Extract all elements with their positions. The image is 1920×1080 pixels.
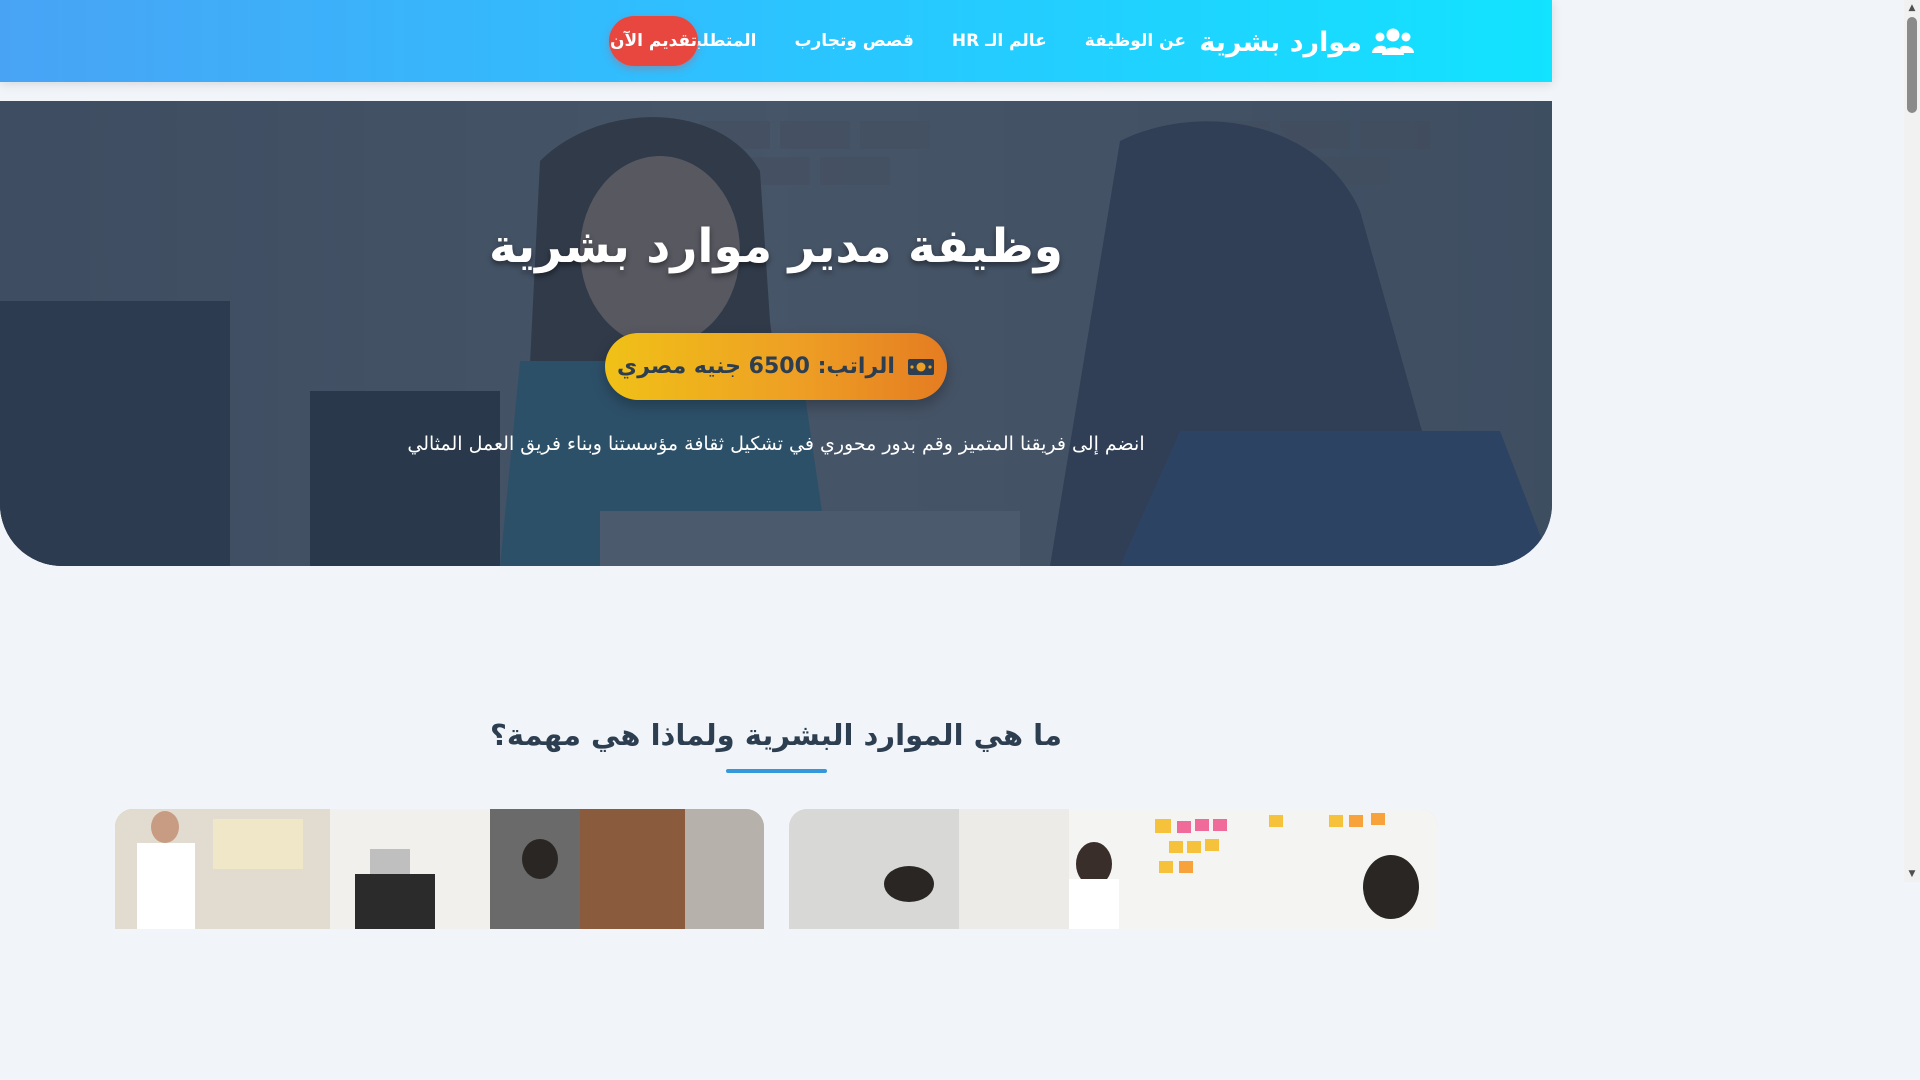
sticky-notes-photo (789, 809, 1438, 929)
salary-text: الراتب: 6500 جنيه مصري (617, 354, 895, 379)
nav-link-about-job[interactable]: عن الوظيفة (1085, 31, 1186, 51)
brand-name: موارد بشرية (1199, 26, 1362, 58)
scroll-down-icon[interactable]: ▼ (1904, 866, 1920, 882)
apply-now-button[interactable]: تقديم الآن (609, 16, 698, 66)
nav-links: عن الوظيفة عالم الـ HR قصص وتجارب المتطل… (672, 18, 1186, 64)
scroll-thumb[interactable] (1907, 17, 1917, 113)
brand-logo[interactable]: موارد بشرية (1199, 20, 1414, 64)
hero-section: وظيفة مدير موارد بشرية الراتب: 6500 جنيه… (0, 101, 1552, 566)
nav-link-stories[interactable]: قصص وتجارب (794, 31, 913, 51)
nav-link-hr-world[interactable]: عالم الـ HR (952, 31, 1047, 51)
money-bill-icon (907, 357, 935, 377)
users-icon (1372, 26, 1414, 58)
info-card-image-left (115, 809, 764, 929)
title-underline (726, 769, 827, 773)
info-card-image-right (789, 809, 1438, 929)
salary-badge: الراتب: 6500 جنيه مصري (605, 333, 947, 400)
page-scrollbar[interactable]: ▲ ▼ (1904, 0, 1920, 882)
navbar-inner: موارد بشرية عن الوظيفة عالم الـ HR قصص و… (0, 0, 1552, 82)
top-navbar: موارد بشرية عن الوظيفة عالم الـ HR قصص و… (0, 0, 1552, 82)
section-title: ما هي الموارد البشرية ولماذا هي مهمة؟ (490, 718, 1062, 752)
hero-title: وظيفة مدير موارد بشرية (489, 219, 1063, 274)
scroll-up-icon[interactable]: ▲ (1904, 0, 1920, 16)
office-meeting-photo (115, 809, 764, 929)
hero-subtitle: انضم إلى فريقنا المتميز وقم بدور محوري ف… (407, 433, 1145, 455)
